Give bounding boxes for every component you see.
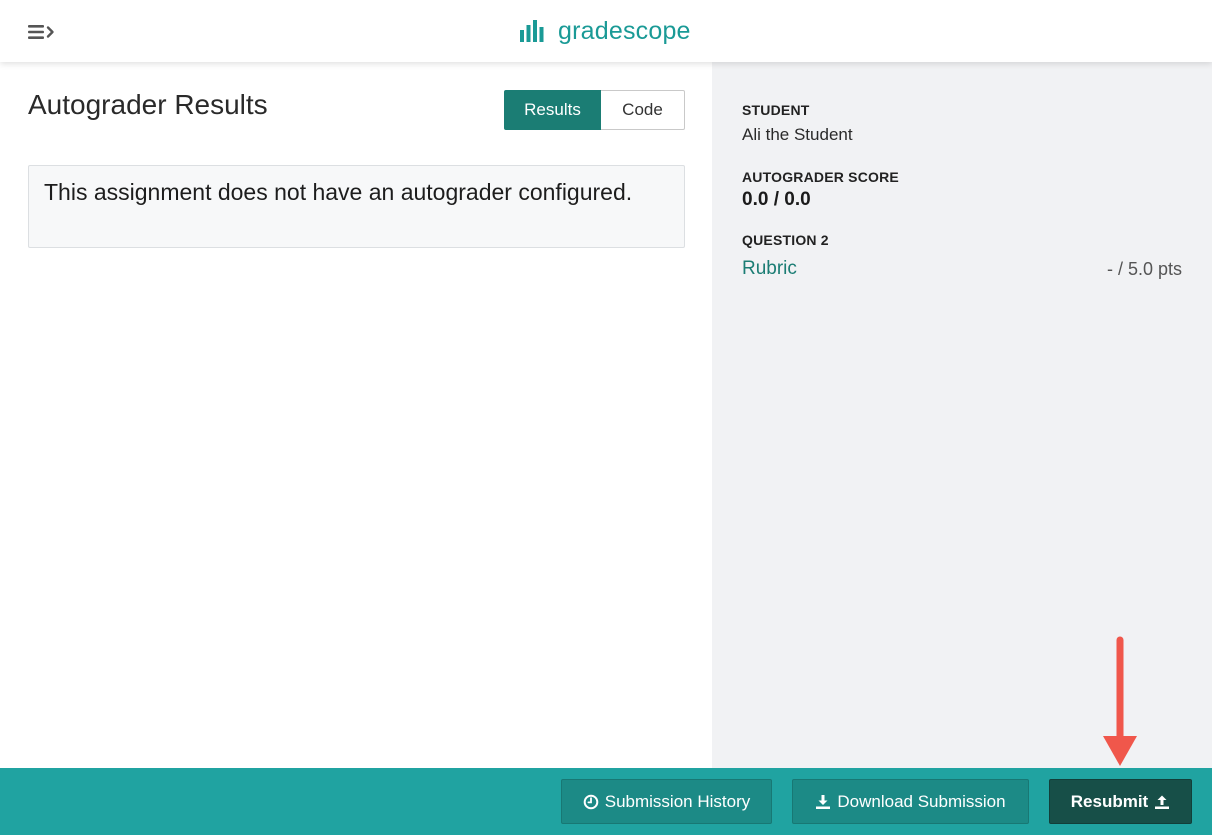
download-submission-button[interactable]: Download Submission: [792, 779, 1029, 824]
top-navigation-bar: gradescope: [0, 0, 1212, 62]
question-points: - / 5.0 pts: [1106, 259, 1182, 279]
autograder-notice: This assignment does not have an autogra…: [28, 165, 685, 248]
page-title: Autograder Results: [28, 89, 268, 120]
view-toggle: Results Code: [504, 90, 685, 130]
autograder-score-label: AUTOGRADER SCORE: [742, 169, 899, 185]
resubmit-label: Resubmit: [1070, 791, 1149, 811]
student-name: Ali the Student: [742, 125, 853, 144]
action-bar: Submission History Download Submission R…: [0, 768, 1212, 835]
red-arrow-down-icon: [1103, 636, 1137, 766]
hamburger-chevron-icon: [28, 25, 54, 39]
download-submission-label: Download Submission: [837, 791, 1006, 811]
bar-chart-logo-icon: [520, 20, 544, 42]
resubmit-button[interactable]: Resubmit: [1049, 779, 1192, 824]
submission-history-label: Submission History: [604, 791, 751, 811]
tab-results[interactable]: Results: [504, 90, 601, 130]
sidebar-toggle-button[interactable]: [22, 18, 64, 46]
autograder-score-value: 0.0 / 0.0: [742, 189, 811, 210]
upload-icon: [1155, 795, 1170, 809]
clock-icon: [583, 794, 599, 809]
submission-history-button[interactable]: Submission History: [561, 779, 772, 824]
rubric-link[interactable]: Rubric: [742, 258, 797, 280]
student-label: STUDENT: [742, 102, 810, 118]
tab-code[interactable]: Code: [601, 90, 685, 130]
brand-name: gradescope: [558, 16, 691, 45]
main-content: Autograder Results Results Code This ass…: [0, 62, 712, 768]
question-label: QUESTION 2: [742, 232, 829, 248]
download-icon: [816, 794, 831, 809]
brand-logo[interactable]: gradescope: [520, 14, 691, 48]
